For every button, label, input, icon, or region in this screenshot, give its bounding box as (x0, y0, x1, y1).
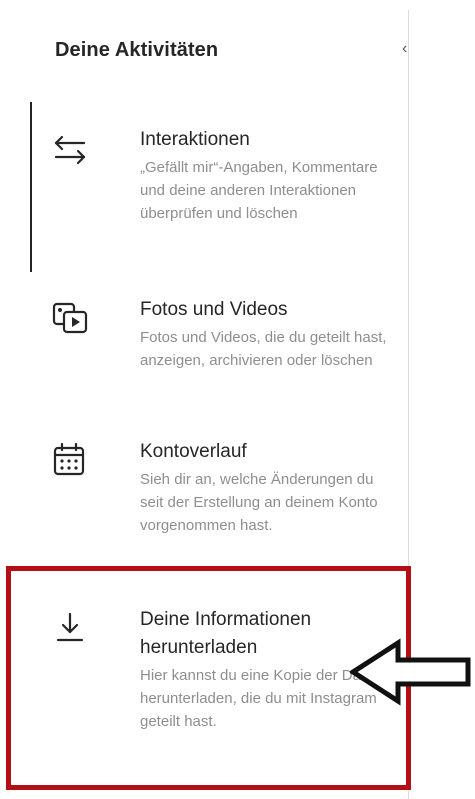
menu-item-account-history[interactable]: Kontoverlauf Sieh dir an, welche Änderun… (30, 428, 408, 578)
download-icon (50, 608, 90, 648)
arrow-pointer-icon (348, 635, 475, 710)
panel-header: Deine Aktivitäten ‹ (30, 10, 408, 92)
interactions-arrows-icon (50, 130, 90, 170)
menu-text: Kontoverlauf Sieh dir an, welche Änderun… (140, 438, 400, 537)
menu-text: Interaktionen „Gefällt mir“-Angaben, Kom… (140, 126, 400, 225)
menu-item-title: Fotos und Videos (140, 299, 288, 320)
menu-text: Fotos und Videos Fotos und Videos, die d… (140, 296, 400, 372)
menu-item-description: „Gefällt mir“-Angaben, Kommentare und de… (140, 159, 378, 222)
page-title: Deine Aktivitäten (55, 39, 219, 61)
menu-item-description: Sieh dir an, welche Änderungen du seit d… (140, 471, 378, 534)
menu-item-interactions[interactable]: Interaktionen „Gefällt mir“-Angaben, Kom… (30, 118, 408, 268)
calendar-icon (50, 440, 90, 480)
menu-item-photos-videos[interactable]: Fotos und Videos Fotos und Videos, die d… (30, 286, 408, 406)
screenshot-stage: Deine Aktivitäten ‹ Interaktionen „Gefäl… (0, 0, 475, 799)
photos-videos-icon (50, 298, 90, 338)
menu-item-title: Kontoverlauf (140, 441, 247, 462)
header-glyph: ‹ (402, 40, 408, 57)
menu-item-description: Fotos und Videos, die du geteilt hast, a… (140, 329, 387, 369)
menu-item-title: Interaktionen (140, 129, 250, 150)
